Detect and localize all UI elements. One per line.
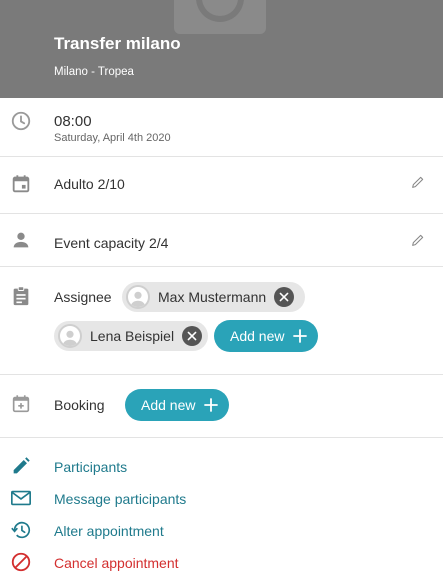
alter-appointment-label: Alter appointment xyxy=(54,523,164,539)
message-participants-action[interactable]: Message participants xyxy=(0,487,443,511)
pencil-icon xyxy=(412,176,424,188)
add-booking-button[interactable]: Add new xyxy=(125,389,230,421)
add-assignee-label: Add new xyxy=(230,328,285,344)
capacity-row: Event capacity 2/4 xyxy=(0,214,443,266)
plus-icon xyxy=(204,398,219,412)
add-booking-label: Add new xyxy=(141,397,196,413)
event-route: Milano - Tropea xyxy=(54,66,134,78)
calendar-plus-icon xyxy=(10,393,32,415)
cancel-appointment-label: Cancel appointment xyxy=(54,555,179,571)
divider xyxy=(0,437,443,438)
remove-assignee-button[interactable] xyxy=(274,287,295,307)
history-icon xyxy=(10,519,32,541)
assignee-name: Lena Beispiel xyxy=(90,328,175,344)
clock-icon xyxy=(10,110,32,132)
participants-label: Participants xyxy=(54,459,128,475)
remove-assignee-button[interactable] xyxy=(182,326,203,346)
close-icon xyxy=(279,292,289,302)
avatar xyxy=(58,324,82,348)
pencil-icon xyxy=(10,455,32,477)
booking-row: Booking Add new xyxy=(0,375,443,437)
alter-appointment-action[interactable]: Alter appointment xyxy=(0,519,443,543)
edit-ticket-button[interactable] xyxy=(410,174,428,192)
assignee-label: Assignee xyxy=(54,289,112,305)
booking-label: Booking xyxy=(54,397,105,413)
event-time: 08:00 xyxy=(54,113,92,130)
edit-capacity-button[interactable] xyxy=(410,232,428,250)
event-date: Saturday, April 4th 2020 xyxy=(54,132,171,144)
mail-icon xyxy=(10,487,32,509)
assignee-chip: Max Mustermann xyxy=(122,282,305,312)
ticket-row: Adulto 2/10 xyxy=(0,157,443,213)
event-title: Transfer milano xyxy=(54,34,181,53)
cancel-appointment-action[interactable]: Cancel appointment xyxy=(0,551,443,575)
capacity-label: Event capacity 2/4 xyxy=(54,235,169,251)
cancel-icon xyxy=(10,551,32,573)
plus-icon xyxy=(293,329,308,343)
assignee-row: Assignee Max Mustermann Lena Beispiel Ad… xyxy=(0,267,443,374)
assignee-name: Max Mustermann xyxy=(158,289,267,305)
time-row: 08:00 Saturday, April 4th 2020 xyxy=(0,98,443,156)
calendar-icon xyxy=(10,173,32,195)
add-assignee-button[interactable]: Add new xyxy=(214,320,319,352)
person-icon xyxy=(10,229,32,251)
event-header: Transfer milano Milano - Tropea xyxy=(0,0,443,98)
message-participants-label: Message participants xyxy=(54,491,187,507)
participants-action[interactable]: Participants xyxy=(0,455,443,479)
camera-icon xyxy=(174,0,266,34)
close-icon xyxy=(187,331,197,341)
ticket-label: Adulto 2/10 xyxy=(54,176,125,192)
assignee-chip: Lena Beispiel xyxy=(54,321,208,351)
pencil-icon xyxy=(412,234,424,246)
avatar xyxy=(126,285,150,309)
clipboard-icon xyxy=(10,285,32,307)
